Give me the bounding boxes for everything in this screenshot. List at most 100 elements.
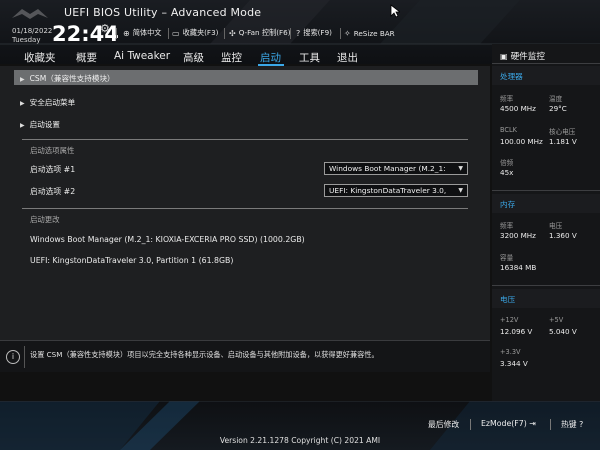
tab-boot[interactable]: 启动 xyxy=(260,50,281,65)
exit-arrow-icon: ⇥ xyxy=(526,419,536,428)
menu-item-label: CSM（兼容性支持模块） xyxy=(29,74,115,83)
chevron-right-icon: ▶ xyxy=(20,76,25,83)
boot-override-device-1[interactable]: Windows Boot Manager (M.2_1: KIOXIA-EXCE… xyxy=(30,235,305,244)
qfan-button[interactable]: ✣ Q-Fan 控制(F6) xyxy=(229,26,291,40)
boot-option-1-label: 启动选项 #1 xyxy=(30,165,76,174)
help-info-bar: i 设置 CSM（兼容性支持模块）项目以完全支持各种显示设备、启动设备与其他附加… xyxy=(0,340,490,372)
section-divider xyxy=(22,208,468,209)
hotkeys-label: 热键 xyxy=(561,420,577,429)
menu-item-csm[interactable]: ▶ CSM（兼容性支持模块） xyxy=(20,73,115,84)
cpu-temp-label: 温度 xyxy=(549,95,563,103)
cpu-freq-value: 4500 MHz xyxy=(500,104,536,113)
boot-option-2-select[interactable]: UEFI: KingstonDataTraveler 3.0, ▼ xyxy=(324,184,468,197)
date-display: 01/18/2022 Tuesday xyxy=(12,27,52,45)
day-text: Tuesday xyxy=(12,36,41,44)
v5-label: +5V xyxy=(549,316,564,324)
hotkeys-button[interactable]: 热键 ? xyxy=(561,419,583,430)
chevron-right-icon: ▶ xyxy=(20,100,25,107)
dropdown-caret-icon: ▼ xyxy=(458,187,463,194)
mem-capacity-label: 容量 xyxy=(500,254,514,262)
boot-option-2-value: UEFI: KingstonDataTraveler 3.0, xyxy=(329,186,447,195)
monitor-icon: ▣ xyxy=(500,52,508,61)
core-voltage-label: 核心电压 xyxy=(549,128,576,136)
mem-capacity-value: 16384 MB xyxy=(500,263,537,272)
favorites-label: 收藏夹(F3) xyxy=(182,28,219,37)
hardware-monitor-panel: ▣ 硬件监控 处理器 频率 温度 4500 MHz 29°C BCLK 核心电压 … xyxy=(492,44,600,401)
language-label: 简体中文 xyxy=(132,28,162,37)
resize-bar-button[interactable]: ✧ ReSize BAR xyxy=(344,26,395,40)
monitor-divider xyxy=(492,63,600,64)
help-icon: ? xyxy=(296,28,301,38)
menu-item-boot-config[interactable]: ▶ 启动设置 xyxy=(20,119,60,130)
boot-priorities-heading: 启动选项属性 xyxy=(30,146,75,155)
rog-logo xyxy=(12,9,48,19)
last-modified-button[interactable]: 最后修改 xyxy=(428,419,459,430)
bclk-value: 100.00 MHz xyxy=(500,137,543,146)
tab-advanced[interactable]: 高级 xyxy=(183,50,204,65)
bclk-label: BCLK xyxy=(500,126,518,134)
main-panel: ▶ CSM（兼容性支持模块） ▶ 安全启动菜单 ▶ 启动设置 启动选项属性 启动选项 … xyxy=(0,66,490,340)
hardware-monitor-title: ▣ 硬件监控 xyxy=(500,50,545,62)
bookmark-icon: ▭ xyxy=(172,28,180,38)
toolbar-separator xyxy=(224,28,225,39)
v12-value: 12.096 V xyxy=(500,327,533,336)
info-icon: i xyxy=(6,350,20,364)
v12-label: +12V xyxy=(500,316,519,324)
boot-option-1-select[interactable]: Windows Boot Manager (M.2_1: ▼ xyxy=(324,162,468,175)
tab-favorites[interactable]: 收藏夹 xyxy=(24,50,56,65)
chevron-right-icon: ▶ xyxy=(20,122,25,129)
dropdown-caret-icon: ▼ xyxy=(458,165,463,172)
resize-bar-label: ReSize BAR xyxy=(353,28,395,38)
memory-heading: 内存 xyxy=(500,200,516,209)
boot-option-1-value: Windows Boot Manager (M.2_1: xyxy=(329,164,446,173)
help-icon: ? xyxy=(576,420,584,429)
v33-label: +3.3V xyxy=(500,348,521,356)
tab-main[interactable]: 概要 xyxy=(76,50,97,65)
v33-value: 3.344 V xyxy=(500,359,528,368)
cpu-temp-value: 29°C xyxy=(549,104,567,113)
ezmode-button[interactable]: EzMode(F7) ⇥ xyxy=(481,419,536,428)
mem-voltage-value: 1.360 V xyxy=(549,231,577,240)
info-separator xyxy=(24,346,25,368)
ratio-value: 45x xyxy=(500,168,514,177)
ezmode-label: EzMode(F7) xyxy=(481,419,527,428)
monitor-divider xyxy=(492,190,600,191)
tab-ai-tweaker[interactable]: Ai Tweaker xyxy=(114,50,170,62)
mem-freq-value: 3200 MHz xyxy=(500,231,536,240)
date-text: 01/18/2022 xyxy=(12,27,53,35)
hardware-monitor-label: 硬件监控 xyxy=(510,52,545,62)
section-divider xyxy=(22,139,468,140)
app-title: UEFI BIOS Utility – Advanced Mode xyxy=(64,6,262,19)
boot-option-2-label: 启动选项 #2 xyxy=(30,187,76,196)
footer-separator xyxy=(470,419,471,430)
clock-settings-gear-icon[interactable]: ⚙ xyxy=(100,22,110,35)
menu-item-label: 安全启动菜单 xyxy=(29,98,76,107)
tab-exit[interactable]: 退出 xyxy=(337,50,358,65)
tab-monitor[interactable]: 监控 xyxy=(221,50,242,65)
mem-voltage-label: 电压 xyxy=(549,222,563,230)
search-button[interactable]: ? 搜索(F9) xyxy=(296,26,332,40)
cpu-heading: 处理器 xyxy=(500,72,523,81)
toolbar-separator xyxy=(116,28,117,39)
version-text: Version 2.21.1278 Copyright (C) 2021 AMI xyxy=(219,436,381,445)
core-voltage-value: 1.181 V xyxy=(549,137,577,146)
boot-override-device-2[interactable]: UEFI: KingstonDataTraveler 3.0, Partitio… xyxy=(30,256,233,265)
menu-item-secure-boot[interactable]: ▶ 安全启动菜单 xyxy=(20,97,75,108)
toolbar-separator xyxy=(168,28,169,39)
favorites-button[interactable]: ▭ 收藏夹(F3) xyxy=(172,26,218,40)
resize-bar-icon: ✧ xyxy=(344,28,351,38)
voltage-heading: 电压 xyxy=(500,295,516,304)
ratio-label: 倍频 xyxy=(500,159,514,167)
qfan-label: Q-Fan 控制(F6) xyxy=(238,28,291,37)
mem-freq-label: 频率 xyxy=(500,222,514,230)
tab-tool[interactable]: 工具 xyxy=(299,50,320,65)
search-label: 搜索(F9) xyxy=(303,28,332,37)
v5-value: 5.040 V xyxy=(549,327,577,336)
globe-icon: ⊕ xyxy=(123,28,130,38)
language-button[interactable]: ⊕ 简体中文 xyxy=(123,26,161,40)
footer-bar: 最后修改 EzMode(F7) ⇥ 热键 ? Version 2.21.1278… xyxy=(0,401,600,450)
boot-override-heading: 启动更改 xyxy=(30,215,60,224)
toolbar-separator xyxy=(290,28,291,39)
monitor-divider xyxy=(492,285,600,286)
toolbar-separator xyxy=(340,28,341,39)
